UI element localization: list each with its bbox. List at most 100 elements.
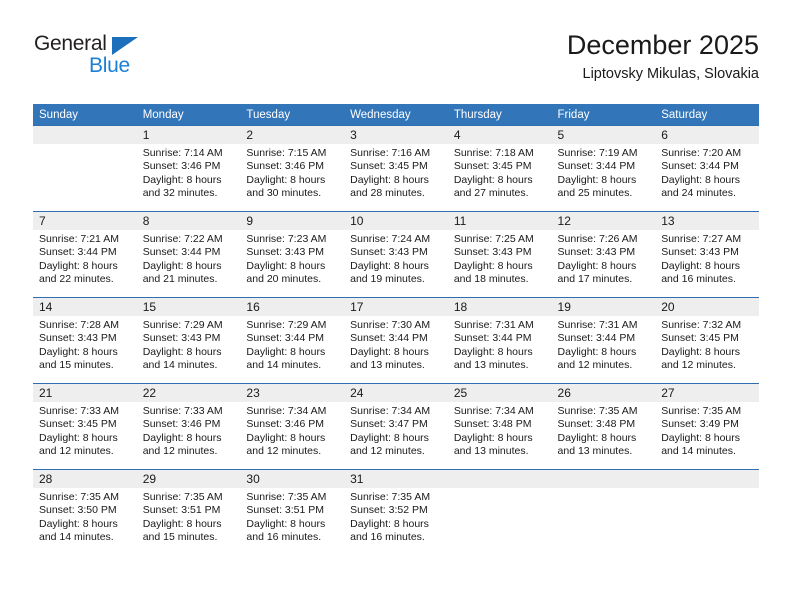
- day-cell[interactable]: 1 Sunrise: 7:14 AM Sunset: 3:46 PM Dayli…: [136, 125, 241, 212]
- daylight-text-line2: and 25 minutes.: [557, 186, 633, 199]
- calendar-body: 1 Sunrise: 7:14 AM Sunset: 3:46 PM Dayli…: [33, 125, 759, 555]
- daylight-text-line1: Daylight: 8 hours: [661, 173, 741, 186]
- sunrise-text: Sunrise: 7:24 AM: [350, 233, 431, 245]
- daylight-text-line2: and 24 minutes.: [661, 186, 736, 199]
- sunrise-text: Sunrise: 7:33 AM: [142, 405, 223, 417]
- sunrise-text: Sunrise: 7:30 AM: [350, 319, 431, 331]
- sunset-text: Sunset: 3:43 PM: [557, 246, 636, 259]
- daylight-text-line1: Daylight: 8 hours: [142, 431, 222, 444]
- calendar-header-row: Sunday Monday Tuesday Wednesday Thursday…: [33, 104, 759, 126]
- day-cell[interactable]: 23 Sunrise: 7:34 AM Sunset: 3:46 PM Dayl…: [240, 383, 345, 470]
- day-cell[interactable]: [33, 125, 137, 212]
- daylight-text-line1: Daylight: 8 hours: [557, 173, 637, 186]
- day-details: [655, 488, 759, 555]
- day-cell[interactable]: 2 Sunrise: 7:15 AM Sunset: 3:46 PM Dayli…: [240, 125, 345, 212]
- daylight-text-line1: Daylight: 8 hours: [39, 259, 118, 272]
- sunset-text: Sunset: 3:44 PM: [557, 160, 636, 173]
- daylight-text-line2: and 27 minutes.: [453, 186, 529, 199]
- daylight-text-line2: and 18 minutes.: [453, 272, 529, 285]
- sunset-text: Sunset: 3:45 PM: [350, 160, 428, 173]
- sunrise-text: Sunrise: 7:35 AM: [350, 491, 431, 503]
- day-details: Sunrise: 7:30 AM Sunset: 3:44 PM Dayligh…: [344, 316, 448, 383]
- daylight-text-line2: and 16 minutes.: [350, 530, 425, 543]
- day-number: [655, 470, 759, 488]
- daylight-text-line2: and 20 minutes.: [246, 272, 322, 285]
- day-number: 4: [447, 126, 552, 144]
- sunset-text: Sunset: 3:51 PM: [246, 504, 325, 517]
- day-number: 28: [33, 470, 137, 488]
- day-cell[interactable]: 7 Sunrise: 7:21 AM Sunset: 3:44 PM Dayli…: [33, 211, 137, 298]
- day-cell[interactable]: 25 Sunrise: 7:34 AM Sunset: 3:48 PM Dayl…: [447, 383, 552, 470]
- day-cell[interactable]: 24 Sunrise: 7:34 AM Sunset: 3:47 PM Dayl…: [344, 383, 448, 470]
- day-details: Sunrise: 7:35 AM Sunset: 3:51 PM Dayligh…: [240, 488, 344, 555]
- sunrise-text: Sunrise: 7:15 AM: [246, 147, 327, 159]
- day-cell[interactable]: 31 Sunrise: 7:35 AM Sunset: 3:52 PM Dayl…: [344, 469, 448, 555]
- daylight-text-line1: Daylight: 8 hours: [39, 431, 118, 444]
- daylight-text-line1: Daylight: 8 hours: [350, 345, 429, 358]
- daylight-text-line1: Daylight: 8 hours: [661, 431, 741, 444]
- day-number: 23: [240, 384, 345, 402]
- generalblue-logo[interactable]: General Blue: [33, 32, 243, 88]
- day-cell[interactable]: 11 Sunrise: 7:25 AM Sunset: 3:43 PM Dayl…: [447, 211, 552, 298]
- sunrise-text: Sunrise: 7:34 AM: [453, 405, 534, 417]
- daylight-text-line1: Daylight: 8 hours: [246, 173, 326, 186]
- day-cell[interactable]: 3 Sunrise: 7:16 AM Sunset: 3:45 PM Dayli…: [344, 125, 448, 212]
- sunset-text: Sunset: 3:45 PM: [453, 160, 532, 173]
- sunrise-text: Sunrise: 7:21 AM: [39, 233, 119, 245]
- day-cell[interactable]: [655, 469, 759, 555]
- day-cell[interactable]: 30 Sunrise: 7:35 AM Sunset: 3:51 PM Dayl…: [240, 469, 345, 555]
- day-cell[interactable]: 19 Sunrise: 7:31 AM Sunset: 3:44 PM Dayl…: [551, 297, 656, 384]
- day-cell[interactable]: 28 Sunrise: 7:35 AM Sunset: 3:50 PM Dayl…: [33, 469, 137, 555]
- day-cell[interactable]: 29 Sunrise: 7:35 AM Sunset: 3:51 PM Dayl…: [136, 469, 241, 555]
- day-cell[interactable]: 5 Sunrise: 7:19 AM Sunset: 3:44 PM Dayli…: [551, 125, 656, 212]
- daylight-text-line2: and 21 minutes.: [142, 272, 218, 285]
- daylight-text-line2: and 22 minutes.: [39, 272, 114, 285]
- weekday-header-monday: Monday: [136, 104, 241, 126]
- day-details: Sunrise: 7:15 AM Sunset: 3:46 PM Dayligh…: [240, 144, 344, 211]
- sunset-text: Sunset: 3:44 PM: [453, 332, 532, 345]
- weekday-header-friday: Friday: [551, 104, 656, 126]
- day-number: 15: [136, 298, 241, 316]
- day-number: [33, 126, 137, 144]
- day-cell[interactable]: 8 Sunrise: 7:22 AM Sunset: 3:44 PM Dayli…: [136, 211, 241, 298]
- day-details: Sunrise: 7:35 AM Sunset: 3:52 PM Dayligh…: [344, 488, 448, 555]
- day-cell[interactable]: 18 Sunrise: 7:31 AM Sunset: 3:44 PM Dayl…: [447, 297, 552, 384]
- day-cell[interactable]: 6 Sunrise: 7:20 AM Sunset: 3:44 PM Dayli…: [655, 125, 759, 212]
- day-cell[interactable]: [551, 469, 656, 555]
- daylight-text-line1: Daylight: 8 hours: [350, 259, 429, 272]
- daylight-text-line2: and 32 minutes.: [142, 186, 218, 199]
- day-cell[interactable]: 21 Sunrise: 7:33 AM Sunset: 3:45 PM Dayl…: [33, 383, 137, 470]
- sunset-text: Sunset: 3:46 PM: [246, 418, 325, 431]
- day-cell[interactable]: 20 Sunrise: 7:32 AM Sunset: 3:45 PM Dayl…: [655, 297, 759, 384]
- daylight-text-line2: and 13 minutes.: [453, 358, 529, 371]
- day-number: 18: [447, 298, 552, 316]
- weekday-header-wednesday: Wednesday: [344, 104, 448, 126]
- sunset-text: Sunset: 3:48 PM: [453, 418, 532, 431]
- sunrise-text: Sunrise: 7:22 AM: [142, 233, 223, 245]
- daylight-text-line1: Daylight: 8 hours: [350, 173, 429, 186]
- day-number: 6: [655, 126, 759, 144]
- daylight-text-line2: and 14 minutes.: [142, 358, 218, 371]
- day-cell[interactable]: 10 Sunrise: 7:24 AM Sunset: 3:43 PM Dayl…: [344, 211, 448, 298]
- sunset-text: Sunset: 3:46 PM: [246, 160, 325, 173]
- day-details: Sunrise: 7:34 AM Sunset: 3:47 PM Dayligh…: [344, 402, 448, 469]
- weekday-header-tuesday: Tuesday: [240, 104, 345, 126]
- day-details: Sunrise: 7:22 AM Sunset: 3:44 PM Dayligh…: [137, 230, 241, 297]
- day-cell[interactable]: 13 Sunrise: 7:27 AM Sunset: 3:43 PM Dayl…: [655, 211, 759, 298]
- day-cell[interactable]: 15 Sunrise: 7:29 AM Sunset: 3:43 PM Dayl…: [136, 297, 241, 384]
- day-details: Sunrise: 7:33 AM Sunset: 3:46 PM Dayligh…: [137, 402, 241, 469]
- day-number: [551, 470, 656, 488]
- daylight-text-line1: Daylight: 8 hours: [246, 431, 326, 444]
- day-details: Sunrise: 7:31 AM Sunset: 3:44 PM Dayligh…: [448, 316, 552, 383]
- day-cell[interactable]: 9 Sunrise: 7:23 AM Sunset: 3:43 PM Dayli…: [240, 211, 345, 298]
- day-cell[interactable]: 16 Sunrise: 7:29 AM Sunset: 3:44 PM Dayl…: [240, 297, 345, 384]
- day-cell[interactable]: [447, 469, 552, 555]
- day-cell[interactable]: 22 Sunrise: 7:33 AM Sunset: 3:46 PM Dayl…: [136, 383, 241, 470]
- day-cell[interactable]: 4 Sunrise: 7:18 AM Sunset: 3:45 PM Dayli…: [447, 125, 552, 212]
- day-cell[interactable]: 27 Sunrise: 7:35 AM Sunset: 3:49 PM Dayl…: [655, 383, 759, 470]
- page-title: December 2025: [566, 30, 759, 60]
- day-cell[interactable]: 12 Sunrise: 7:26 AM Sunset: 3:43 PM Dayl…: [551, 211, 656, 298]
- day-cell[interactable]: 14 Sunrise: 7:28 AM Sunset: 3:43 PM Dayl…: [33, 297, 137, 384]
- day-cell[interactable]: 26 Sunrise: 7:35 AM Sunset: 3:48 PM Dayl…: [551, 383, 656, 470]
- day-cell[interactable]: 17 Sunrise: 7:30 AM Sunset: 3:44 PM Dayl…: [344, 297, 448, 384]
